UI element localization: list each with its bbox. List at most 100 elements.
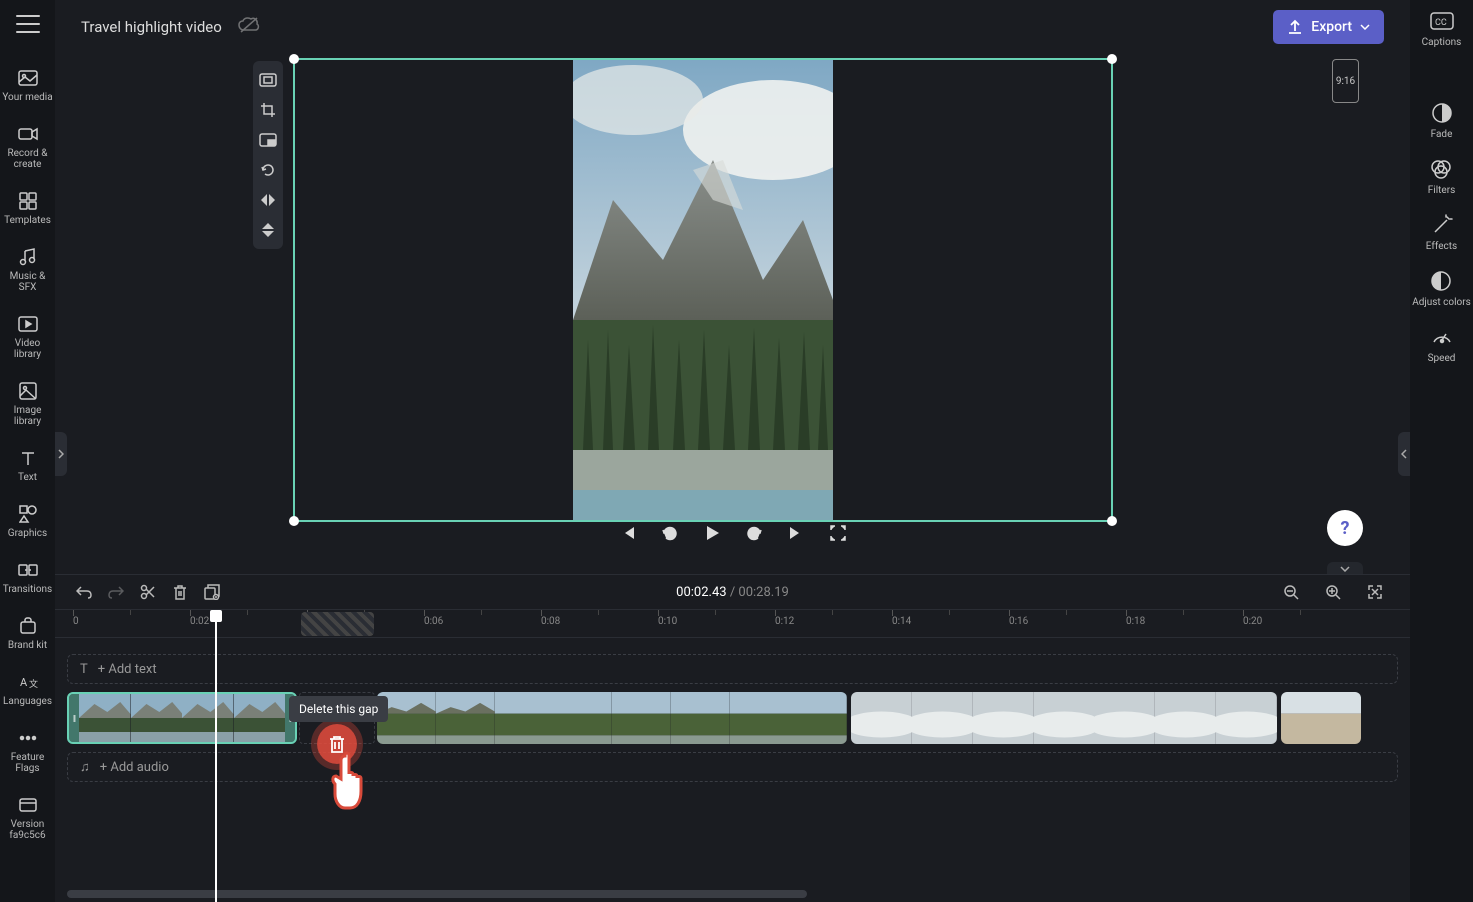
hamburger-menu[interactable] <box>16 15 40 33</box>
clip-thumbnail <box>671 692 730 744</box>
resize-handle-tl[interactable] <box>289 54 299 64</box>
svg-text:文: 文 <box>29 678 38 690</box>
image-library-icon <box>17 380 39 402</box>
right-label: Effects <box>1426 241 1457 252</box>
cloud-sync-off-icon[interactable] <box>238 17 258 37</box>
sidebar-languages[interactable]: A文 Languages <box>0 665 55 713</box>
clip-thumbnail <box>495 692 554 744</box>
project-title[interactable]: Travel highlight video <box>81 18 222 36</box>
ruler-gap-indicator <box>301 612 374 636</box>
crop-tool[interactable] <box>253 95 283 125</box>
text-track[interactable]: T + Add text <box>67 654 1398 684</box>
speed-icon <box>1429 324 1455 350</box>
help-label: ? <box>1341 518 1350 539</box>
playhead[interactable] <box>215 610 217 902</box>
clip-thumbnail <box>1094 692 1155 744</box>
right-captions[interactable]: CC Captions <box>1422 8 1462 48</box>
video-clip-3[interactable] <box>851 692 1277 744</box>
zoom-fit-button[interactable] <box>1362 579 1388 605</box>
fullscreen-button[interactable] <box>827 522 849 544</box>
duplicate-button[interactable] <box>199 579 225 605</box>
left-sidebar: Your media Record & create Templates Mus… <box>0 0 55 902</box>
sidebar-label: Version fa9c5c6 <box>0 819 55 841</box>
export-label: Export <box>1311 19 1352 35</box>
pip-tool[interactable] <box>253 125 283 155</box>
clip-thumbnail <box>553 692 612 744</box>
clip-thumbnail <box>1281 692 1321 744</box>
ruler-mark: 0:12 <box>775 616 794 627</box>
chevron-down-icon <box>1360 24 1370 30</box>
sidebar-templates[interactable]: Templates <box>0 184 55 232</box>
clip-thumbnail <box>1034 692 1095 744</box>
video-track[interactable] <box>67 692 1398 744</box>
sidebar-feature-flags[interactable]: Feature Flags <box>0 721 55 780</box>
tooltip-text: Delete this gap <box>299 702 378 716</box>
sidebar-transitions[interactable]: Transitions <box>0 553 55 601</box>
resize-handle-br[interactable] <box>1107 516 1117 526</box>
redo-button[interactable] <box>103 579 129 605</box>
transitions-icon <box>17 559 39 581</box>
video-clip-2[interactable] <box>377 692 847 744</box>
aspect-ratio-button[interactable]: 9:16 <box>1332 59 1359 103</box>
rotate-tool[interactable] <box>253 155 283 185</box>
fit-tool[interactable] <box>253 65 283 95</box>
sidebar-brand-kit[interactable]: Brand kit <box>0 609 55 657</box>
clip-handle-left[interactable] <box>69 694 79 742</box>
left-panel-toggle[interactable] <box>55 432 67 476</box>
right-label: Speed <box>1428 353 1456 364</box>
svg-text:A: A <box>20 676 28 689</box>
sidebar-text[interactable]: Text <box>0 441 55 489</box>
ruler-mark: 0:08 <box>541 616 560 627</box>
filters-icon <box>1428 156 1454 182</box>
sidebar-image-library[interactable]: Image library <box>0 374 55 433</box>
export-button[interactable]: Export <box>1273 10 1384 44</box>
skip-back-button[interactable] <box>617 522 639 544</box>
cursor-hand-icon <box>323 746 383 816</box>
sidebar-video-library[interactable]: Video library <box>0 307 55 366</box>
right-fade[interactable]: Fade <box>1429 100 1455 140</box>
sidebar-graphics[interactable]: Graphics <box>0 497 55 545</box>
zoom-out-button[interactable] <box>1278 579 1304 605</box>
help-button[interactable]: ? <box>1327 510 1363 546</box>
timeline-ruler[interactable]: 0 0:02 0:04 0:06 0:08 0:10 0:12 0:14 0:1… <box>55 610 1410 638</box>
zoom-in-button[interactable] <box>1320 579 1346 605</box>
add-text-label: + Add text <box>98 662 157 677</box>
right-label: Adjust colors <box>1412 297 1471 308</box>
sidebar-music-sfx[interactable]: Music & SFX <box>0 240 55 299</box>
right-effects[interactable]: Effects <box>1426 212 1457 252</box>
sidebar-label: Text <box>18 472 37 483</box>
video-clip-1-selected[interactable] <box>67 692 297 744</box>
resize-handle-tr[interactable] <box>1107 54 1117 64</box>
sidebar-label: Image library <box>0 405 55 427</box>
sidebar-label: Video library <box>0 338 55 360</box>
flip-h-tool[interactable] <box>253 185 283 215</box>
undo-button[interactable] <box>71 579 97 605</box>
forward-button[interactable] <box>743 522 765 544</box>
resize-handle-bl[interactable] <box>289 516 299 526</box>
clip-thumbnail <box>788 692 847 744</box>
preview-frame[interactable] <box>293 58 1113 522</box>
right-filters[interactable]: Filters <box>1428 156 1456 196</box>
right-adjust-colors[interactable]: Adjust colors <box>1412 268 1471 308</box>
delete-gap-tooltip: Delete this gap <box>289 696 388 722</box>
sidebar-version[interactable]: Version fa9c5c6 <box>0 788 55 847</box>
right-panel-toggle[interactable] <box>1398 432 1410 476</box>
clip-thumbnail <box>182 694 234 742</box>
canvas-tools <box>253 61 283 249</box>
rewind-button[interactable] <box>659 522 681 544</box>
play-button[interactable] <box>701 522 723 544</box>
clip-thumbnail <box>79 694 131 742</box>
sidebar-record-create[interactable]: Record & create <box>0 117 55 176</box>
timeline-panel: 00:02.43 / 00:28.19 0 0:02 0:04 0:06 0:0… <box>55 574 1410 902</box>
delete-button[interactable] <box>167 579 193 605</box>
audio-track[interactable]: ♫ + Add audio <box>67 752 1398 782</box>
skip-forward-button[interactable] <box>785 522 807 544</box>
timeline-time-display: 00:02.43 / 00:28.19 <box>676 585 789 600</box>
split-button[interactable] <box>135 579 161 605</box>
text-icon: T <box>80 662 88 677</box>
sidebar-your-media[interactable]: Your media <box>0 61 55 109</box>
flip-v-tool[interactable] <box>253 215 283 245</box>
right-speed[interactable]: Speed <box>1428 324 1456 364</box>
timeline-scrollbar[interactable] <box>67 890 807 898</box>
video-clip-4[interactable] <box>1281 692 1361 744</box>
